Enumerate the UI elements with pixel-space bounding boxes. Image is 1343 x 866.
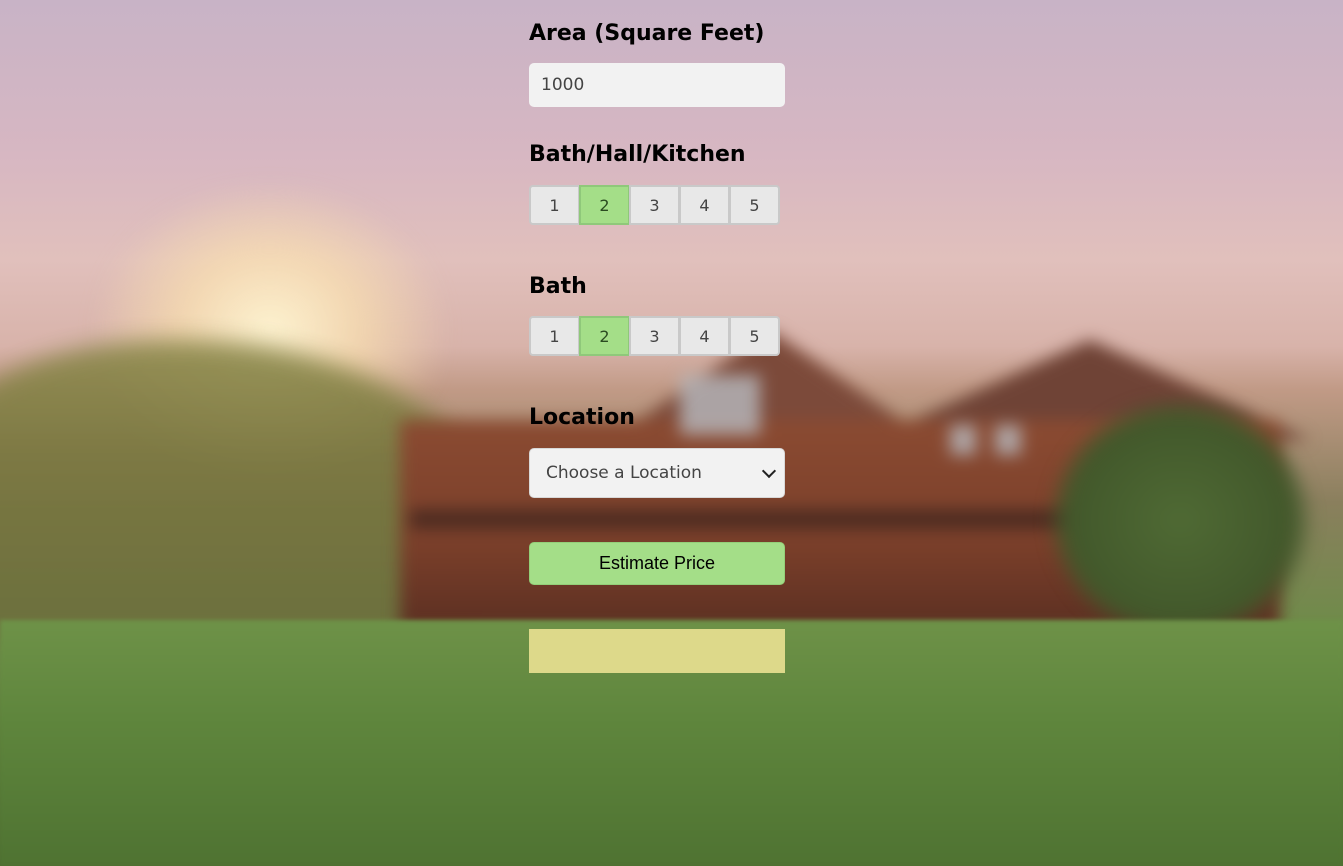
- location-label: Location: [529, 405, 635, 430]
- bhk-option-4[interactable]: 4: [679, 185, 730, 225]
- chevron-down-icon: [761, 463, 777, 479]
- house-window: [950, 425, 976, 455]
- bath-option-2[interactable]: 2: [579, 316, 630, 356]
- estimate-price-button[interactable]: Estimate Price: [529, 542, 785, 585]
- bhk-option-1[interactable]: 1: [529, 185, 580, 225]
- bhk-option-5[interactable]: 5: [729, 185, 780, 225]
- bhk-selector: 1 2 3 4 5: [529, 185, 785, 225]
- bhk-label: Bath/Hall/Kitchen: [529, 142, 746, 167]
- bath-option-5[interactable]: 5: [729, 316, 780, 356]
- bhk-option-2[interactable]: 2: [579, 185, 630, 225]
- bath-option-1[interactable]: 1: [529, 316, 580, 356]
- background-photo: [0, 0, 1343, 866]
- bath-label: Bath: [529, 274, 587, 299]
- bhk-option-3[interactable]: 3: [629, 185, 680, 225]
- tree: [1050, 400, 1310, 640]
- area-input[interactable]: 1000: [529, 63, 785, 107]
- area-label: Area (Square Feet): [529, 21, 765, 46]
- bath-option-3[interactable]: 3: [629, 316, 680, 356]
- bath-selector: 1 2 3 4 5: [529, 316, 785, 356]
- house-window: [680, 375, 760, 435]
- location-selected-value: Choose a Location: [546, 463, 702, 483]
- location-select[interactable]: Choose a Location: [529, 448, 785, 498]
- house-window: [995, 425, 1021, 455]
- bath-option-4[interactable]: 4: [679, 316, 730, 356]
- estimated-price-result: [529, 629, 785, 673]
